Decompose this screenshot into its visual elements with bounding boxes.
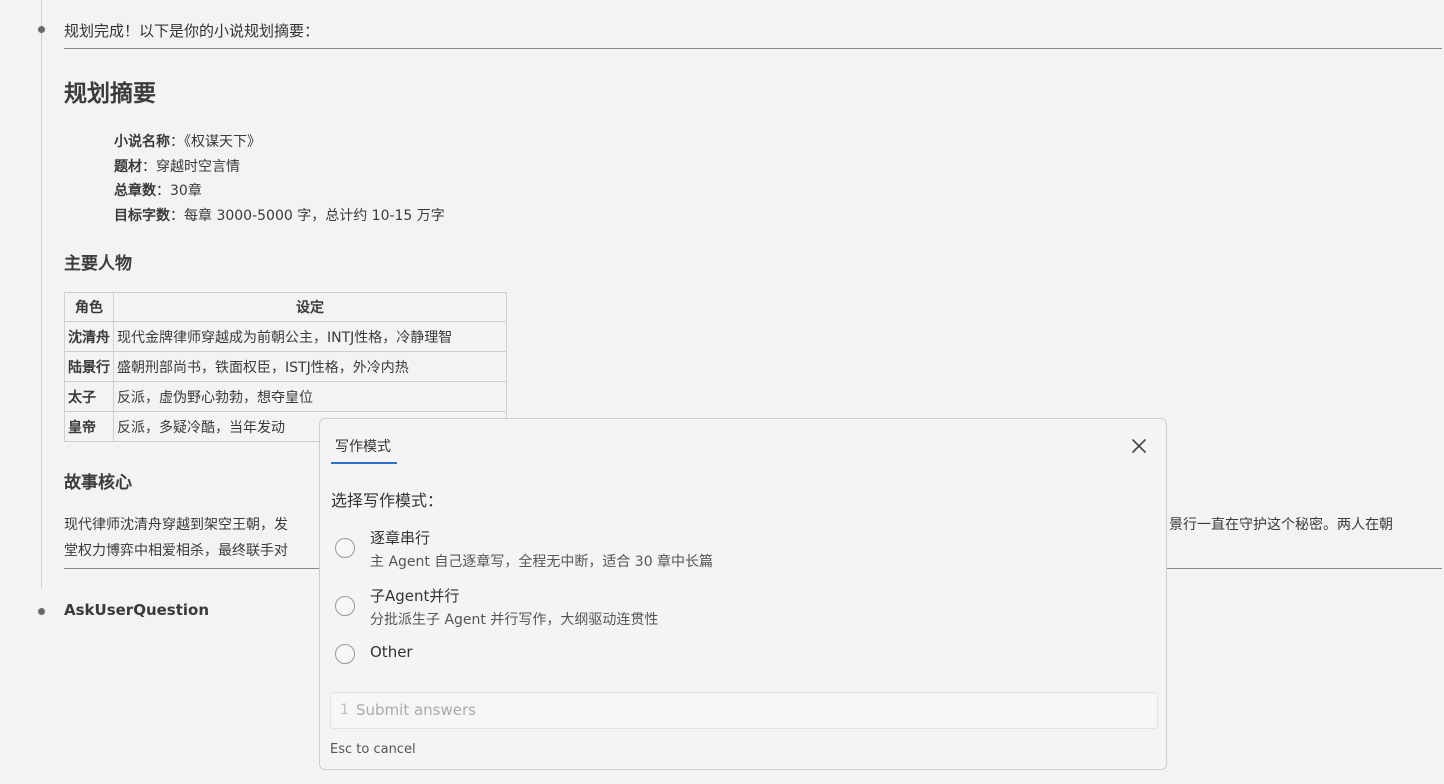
chat-page: 规划完成！以下是你的小说规划摘要： 规划摘要 小说名称：《权谋天下》 题材：穿越… [0, 0, 1444, 784]
intro-text: 规划完成！以下是你的小说规划摘要： [64, 22, 320, 40]
submit-answers-button[interactable]: 1 Submit answers [330, 692, 1158, 729]
question-dialog: 写作模式 选择写作模式： 逐章串行 主 Agent 自己逐章写，全程无中断，适合… [319, 418, 1167, 770]
summary-value: ：穿越时空言情 [142, 158, 240, 175]
timeline-dot-icon [38, 608, 45, 615]
summary-value: ：30章 [156, 183, 202, 199]
table-row: 太子 反派，虚伪野心勃勃，想夺皇位 [64, 381, 507, 412]
summary-item: 小说名称：《权谋天下》 [114, 130, 445, 155]
summary-value: ：《权谋天下》 [170, 134, 261, 150]
table-row: 陆景行 盛朝刑部尚书，铁面权臣，ISTJ性格，外冷内热 [64, 351, 507, 382]
esc-hint: Esc to cancel [330, 742, 416, 757]
role-cell: 皇帝 [64, 411, 114, 442]
radio-button[interactable] [335, 538, 355, 558]
setting-cell: 现代金牌律师穿越成为前朝公主，INTJ性格，冷静理智 [113, 321, 507, 352]
option-label: 子Agent并行 [370, 587, 460, 605]
story-line-left: 堂权力博弈中相爱相杀，最终联手对 [64, 543, 288, 559]
timeline-line [41, 0, 42, 588]
option-description: 分批派生子 Agent 并行写作，大纲驱动连贯性 [370, 612, 659, 628]
summary-item: 总章数：30章 [114, 179, 445, 204]
active-tab-indicator [331, 462, 397, 464]
summary-list: 小说名称：《权谋天下》 题材：穿越时空言情 总章数：30章 目标字数：每章 30… [114, 130, 445, 228]
summary-item: 目标字数：每章 3000-5000 字，总计约 10-15 万字 [114, 204, 445, 229]
characters-heading: 主要人物 [64, 254, 132, 274]
setting-cell: 反派，虚伪野心勃勃，想夺皇位 [113, 381, 507, 412]
option-label: Other [370, 643, 413, 661]
question-text: 选择写作模式： [331, 491, 444, 510]
option-label: 逐章串行 [370, 529, 431, 547]
story-core-heading: 故事核心 [64, 473, 132, 493]
table-header-row: 角色 设定 [64, 292, 507, 322]
role-cell: 陆景行 [64, 351, 114, 382]
submit-index: 1 [340, 702, 349, 718]
submit-label: Submit answers [356, 701, 476, 719]
close-icon[interactable] [1130, 437, 1148, 455]
radio-button[interactable] [335, 596, 355, 616]
tab-writing-mode[interactable]: 写作模式 [332, 436, 394, 456]
summary-label: 总章数 [114, 183, 156, 199]
summary-item: 题材：穿越时空言情 [114, 155, 445, 180]
setting-cell: 盛朝刑部尚书，铁面权臣，ISTJ性格，外冷内热 [113, 351, 507, 382]
summary-value: ：每章 3000-5000 字，总计约 10-15 万字 [170, 207, 445, 224]
tool-call-name: AskUserQuestion [64, 601, 210, 619]
story-line-left: 现代律师沈清舟穿越到架空王朝，发 [64, 517, 288, 533]
option-description: 主 Agent 自己逐章写，全程无中断，适合 30 章中长篇 [370, 554, 714, 570]
summary-label: 目标字数 [114, 207, 170, 224]
table-row: 沈清舟 现代金牌律师穿越成为前朝公主，INTJ性格，冷静理智 [64, 321, 507, 352]
role-cell: 沈清舟 [64, 321, 114, 352]
summary-heading: 规划摘要 [64, 81, 156, 107]
timeline-dot-icon [38, 26, 45, 33]
column-header-setting: 设定 [113, 292, 507, 322]
radio-button[interactable] [335, 644, 355, 664]
story-line-right: 景行一直在守护这个秘密。两人在朝 [1169, 517, 1393, 533]
summary-label: 小说名称 [114, 134, 170, 150]
summary-label: 题材 [114, 158, 142, 175]
divider [64, 48, 1442, 49]
column-header-role: 角色 [64, 292, 114, 322]
role-cell: 太子 [64, 381, 114, 412]
